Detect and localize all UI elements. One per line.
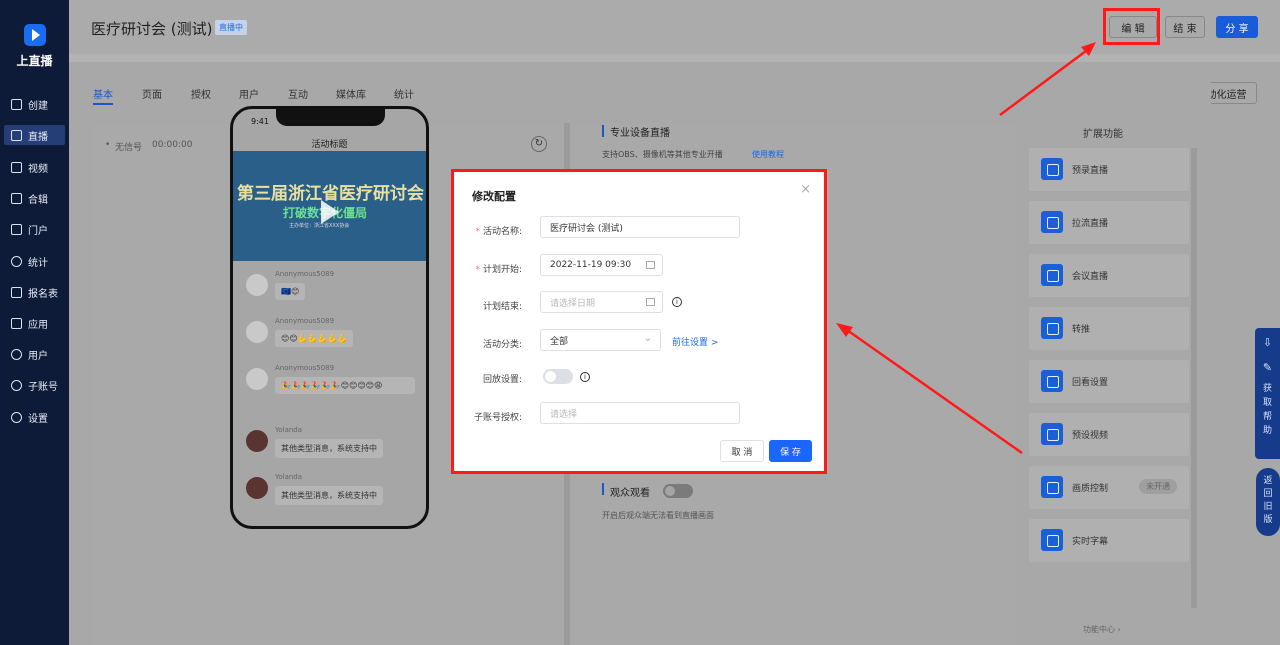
name-label: * 活动名称: — [475, 227, 522, 237]
edit-config-modal: 修改配置 × * 活动名称: 医疗研讨会 (测试) * 计划开始: 2022-11-… — [451, 169, 827, 474]
start-label: * 计划开始: — [475, 265, 522, 275]
calendar-icon — [646, 298, 655, 306]
chevron-down-icon: ⌄ — [643, 333, 652, 344]
info-icon[interactable]: i — [580, 372, 590, 382]
start-date-picker[interactable]: 2022-11-19 09:30 — [540, 254, 663, 276]
calendar-icon — [646, 261, 655, 269]
close-icon[interactable]: × — [800, 182, 811, 197]
category-settings-link[interactable]: 前往设置 > — [672, 335, 718, 348]
name-input[interactable]: 医疗研讨会 (测试) — [540, 216, 740, 238]
save-button[interactable]: 保 存 — [769, 440, 812, 462]
arrow-to-modal — [846, 328, 1023, 455]
sub-account-label: 子账号授权: — [473, 413, 522, 423]
cancel-button[interactable]: 取 消 — [720, 440, 764, 462]
end-date-picker[interactable]: 请选择日期 — [540, 291, 663, 313]
arrowhead-modal — [836, 323, 853, 337]
arrow-to-edit — [999, 46, 1091, 117]
sub-account-select[interactable]: 请选择 — [540, 402, 740, 424]
replay-toggle[interactable] — [543, 369, 573, 384]
category-label: 活动分类: — [482, 340, 522, 350]
modal-title: 修改配置 — [472, 190, 516, 203]
category-select[interactable]: 全部 ⌄ — [540, 329, 661, 351]
replay-label: 回放设置: — [482, 375, 522, 385]
info-icon[interactable]: i — [672, 297, 682, 307]
end-label: 计划结束: — [482, 302, 522, 312]
